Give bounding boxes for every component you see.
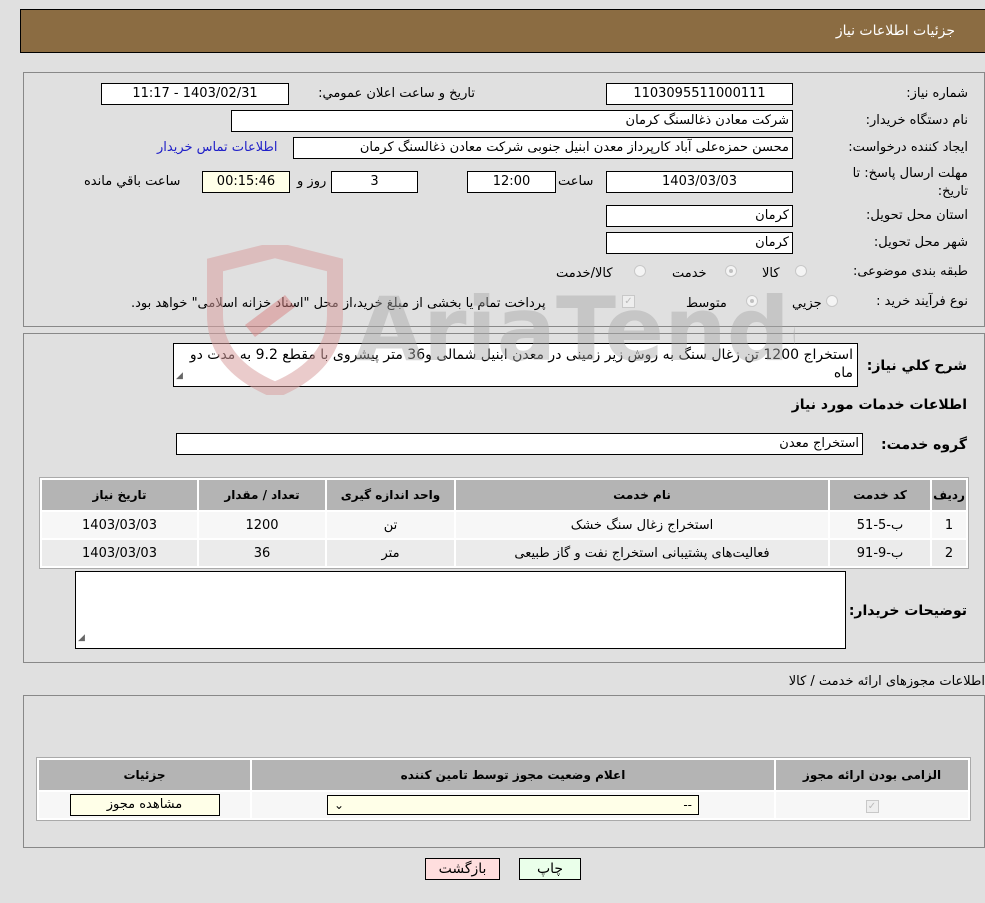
deadline-date-field: 1403/03/03 [606, 171, 793, 193]
permit-required-checkbox[interactable]: ✓ [865, 799, 879, 813]
cell-service-code: ب-9-91 [830, 540, 930, 566]
delivery-province-field: کرمان [606, 205, 793, 227]
category-label: طبقه بندی موضوعی: [852, 264, 968, 279]
table-row: 1 ب-5-51 استخراج زغال سنگ خشک تن 1200 14… [42, 512, 966, 538]
cell-quantity: 1200 [199, 512, 325, 538]
table-row: 2 ب-9-91 فعالیت‌های پشتیبانی استخراج نفت… [42, 540, 966, 566]
need-number-label: شماره نیاز: [906, 86, 968, 101]
cell-service-code: ب-5-51 [830, 512, 930, 538]
permits-table: الزامی بودن ارائه مجوز اعلام وضعیت مجوز … [36, 757, 971, 821]
print-button[interactable]: چاپ [519, 858, 581, 880]
requester-field: محسن حمزه‌علی آباد کارپرداز معدن ابنیل ج… [293, 137, 793, 159]
col-need-date: تاریخ نیاز [42, 480, 197, 510]
service-group-field: استخراج معدن [176, 433, 863, 455]
cell-unit: تن [327, 512, 454, 538]
general-description-field[interactable]: استخراج 1200 تن زغال سنگ به روش زیر زمین… [173, 343, 858, 387]
cell-permit-status: -- ⌄ [252, 792, 774, 818]
cell-row: 2 [932, 540, 966, 566]
deadline-time-label: ساعت [558, 174, 594, 189]
days-label: روز و [297, 174, 327, 189]
services-table-header: ردیف کد خدمت نام خدمت واحد اندازه گیری ت… [42, 480, 966, 510]
delivery-city-field: کرمان [606, 232, 793, 254]
col-permit-required: الزامی بودن ارائه مجوز [776, 760, 968, 790]
col-row: ردیف [932, 480, 966, 510]
buyer-notes-label: توضیحات خریدار: [848, 603, 967, 619]
category-radio-goods[interactable] [795, 265, 807, 277]
permit-status-select[interactable]: -- ⌄ [327, 795, 699, 815]
col-permit-status: اعلام وضعیت مجوز توسط تامین کننده [252, 760, 774, 790]
days-remaining-field: 3 [331, 171, 418, 193]
purchase-type-label: نوع فرآیند خرید : [876, 294, 968, 309]
cell-need-date: 1403/03/03 [42, 540, 197, 566]
category-radio-service[interactable] [725, 265, 737, 277]
general-description-text: استخراج 1200 تن زغال سنگ به روش زیر زمین… [189, 347, 853, 381]
delivery-province-label: استان محل تحویل: [866, 208, 968, 223]
buyer-notes-field[interactable]: ◢ [75, 571, 846, 649]
announce-datetime-label: تاریخ و ساعت اعلان عمومي: [318, 86, 475, 101]
deadline-time-field: 12:00 [467, 171, 556, 193]
view-permit-button[interactable]: مشاهده مجوز [69, 794, 220, 816]
category-option-service: خدمت [672, 266, 707, 281]
delivery-city-label: شهر محل تحویل: [873, 235, 968, 250]
resize-grip-icon[interactable]: ◢ [78, 629, 85, 647]
treasury-note: پرداخت تمام یا بخشی از مبلغ خرید،از محل … [131, 296, 546, 311]
cell-quantity: 36 [199, 540, 325, 566]
permit-status-value: -- [683, 798, 692, 812]
time-remaining-label: ساعت باقي مانده [84, 174, 181, 189]
buyer-contact-link[interactable]: اطلاعات تماس خریدار [157, 140, 277, 155]
cell-permit-details: مشاهده مجوز [39, 792, 250, 818]
permits-section-title: اطلاعات مجوزهای ارائه خدمت / کالا [788, 674, 985, 689]
cell-need-date: 1403/03/03 [42, 512, 197, 538]
general-description-label: شرح کلي نیاز: [866, 358, 967, 374]
purchase-type-option-medium: متوسط [686, 296, 727, 311]
category-option-goods-service: کالا/خدمت [556, 266, 613, 281]
requester-label: ایجاد کننده درخواست: [848, 140, 968, 155]
need-number-field: 1103095511000111 [606, 83, 793, 105]
services-table: ردیف کد خدمت نام خدمت واحد اندازه گیری ت… [39, 477, 969, 569]
cell-service-name: فعالیت‌های پشتیبانی استخراج نفت و گاز طب… [456, 540, 828, 566]
buyer-org-label: نام دستگاه خریدار: [865, 113, 968, 128]
chevron-down-icon: ⌄ [334, 798, 345, 812]
service-group-label: گروه خدمت: [881, 437, 967, 453]
cell-row: 1 [932, 512, 966, 538]
services-section-title: اطلاعات خدمات مورد نیاز [791, 397, 967, 413]
col-service-name: نام خدمت [456, 480, 828, 510]
cell-unit: متر [327, 540, 454, 566]
purchase-type-radio-minor[interactable] [826, 295, 838, 307]
cell-service-name: استخراج زغال سنگ خشک [456, 512, 828, 538]
category-radio-goods-service[interactable] [634, 265, 646, 277]
permits-table-header: الزامی بودن ارائه مجوز اعلام وضعیت مجوز … [39, 760, 968, 790]
deadline-label: مهلت ارسال پاسخ: تا تاریخ: [852, 166, 968, 199]
col-quantity: تعداد / مقدار [199, 480, 325, 510]
col-permit-details: جزئیات [39, 760, 250, 790]
treasury-checkbox[interactable]: ✓ [622, 295, 635, 308]
purchase-type-radio-medium[interactable] [746, 295, 758, 307]
back-button[interactable]: بازگشت [425, 858, 500, 880]
table-row: ✓ -- ⌄ مشاهده مجوز [39, 792, 968, 818]
purchase-type-option-minor: جزيي [792, 296, 822, 311]
category-option-goods: کالا [762, 266, 780, 281]
cell-permit-required: ✓ [776, 792, 968, 818]
resize-grip-icon[interactable]: ◢ [176, 367, 183, 385]
col-unit: واحد اندازه گیری [327, 480, 454, 510]
page-header: جزئیات اطلاعات نیاز [20, 9, 985, 53]
time-remaining-field: 00:15:46 [202, 171, 290, 193]
buyer-org-field: شرکت معادن ذغالسنگ کرمان [231, 110, 793, 132]
col-service-code: کد خدمت [830, 480, 930, 510]
announce-datetime-field: 1403/02/31 - 11:17 [101, 83, 289, 105]
page-title: جزئیات اطلاعات نیاز [835, 23, 955, 39]
